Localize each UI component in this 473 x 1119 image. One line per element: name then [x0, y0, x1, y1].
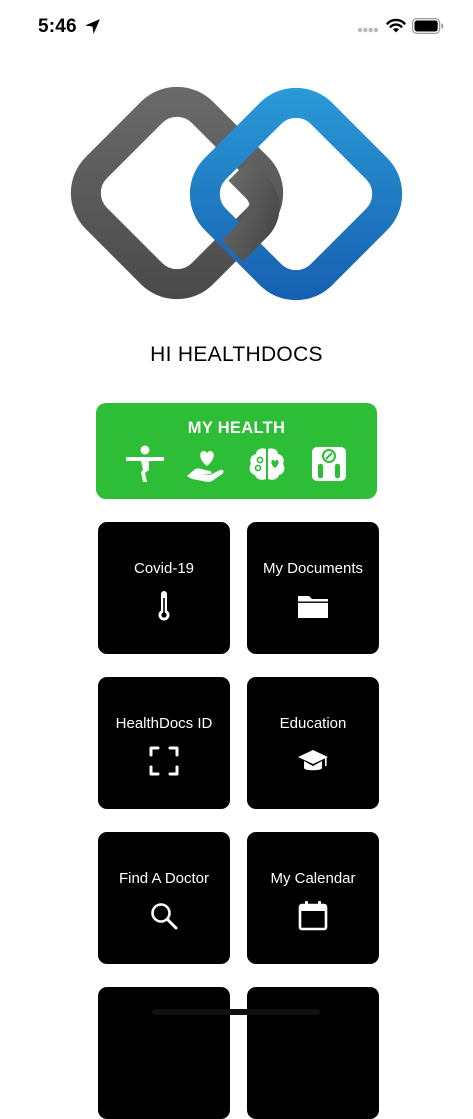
tile-label: Education: [279, 715, 347, 732]
graduation-cap-icon: [298, 750, 328, 771]
tile-label: Covid-19: [133, 560, 195, 577]
location-arrow-icon: [85, 19, 100, 34]
status-bar: 5:46: [0, 0, 473, 54]
tile-label: My Calendar: [270, 870, 356, 887]
tile-covid-19[interactable]: Covid-19: [98, 522, 230, 654]
thermometer-icon: [158, 591, 170, 621]
scan-frame-icon: [149, 746, 179, 776]
tile-label: HealthDocs ID: [115, 715, 213, 732]
tile-partial-right[interactable]: [247, 987, 379, 1119]
app-title: HI HEALTHDOCS: [150, 343, 323, 366]
tile-my-calendar[interactable]: My Calendar: [247, 832, 379, 964]
my-health-label: MY HEALTH: [187, 419, 286, 437]
hand-heart-icon: [187, 451, 224, 482]
folder-icon: [298, 596, 328, 618]
wifi-icon: [386, 18, 406, 33]
tile-healthdocs-id[interactable]: HealthDocs ID: [98, 677, 230, 809]
scale-icon: [312, 447, 346, 481]
tile-label: My Documents: [262, 560, 364, 577]
yoga-pose-icon: [126, 445, 164, 482]
home-indicator[interactable]: [152, 1009, 320, 1015]
tile-my-documents[interactable]: My Documents: [247, 522, 379, 654]
brain-icon: [249, 448, 285, 480]
calendar-icon: [298, 901, 328, 931]
status-time: 5:46: [38, 16, 77, 37]
app-logo: [70, 86, 403, 301]
tile-partial-left[interactable]: [98, 987, 230, 1119]
signal-icon: [357, 27, 379, 33]
tile-education[interactable]: Education: [247, 677, 379, 809]
tile-label: Find A Doctor: [118, 870, 210, 887]
battery-icon: [412, 18, 444, 34]
search-icon: [151, 903, 178, 930]
tile-find-a-doctor[interactable]: Find A Doctor: [98, 832, 230, 964]
